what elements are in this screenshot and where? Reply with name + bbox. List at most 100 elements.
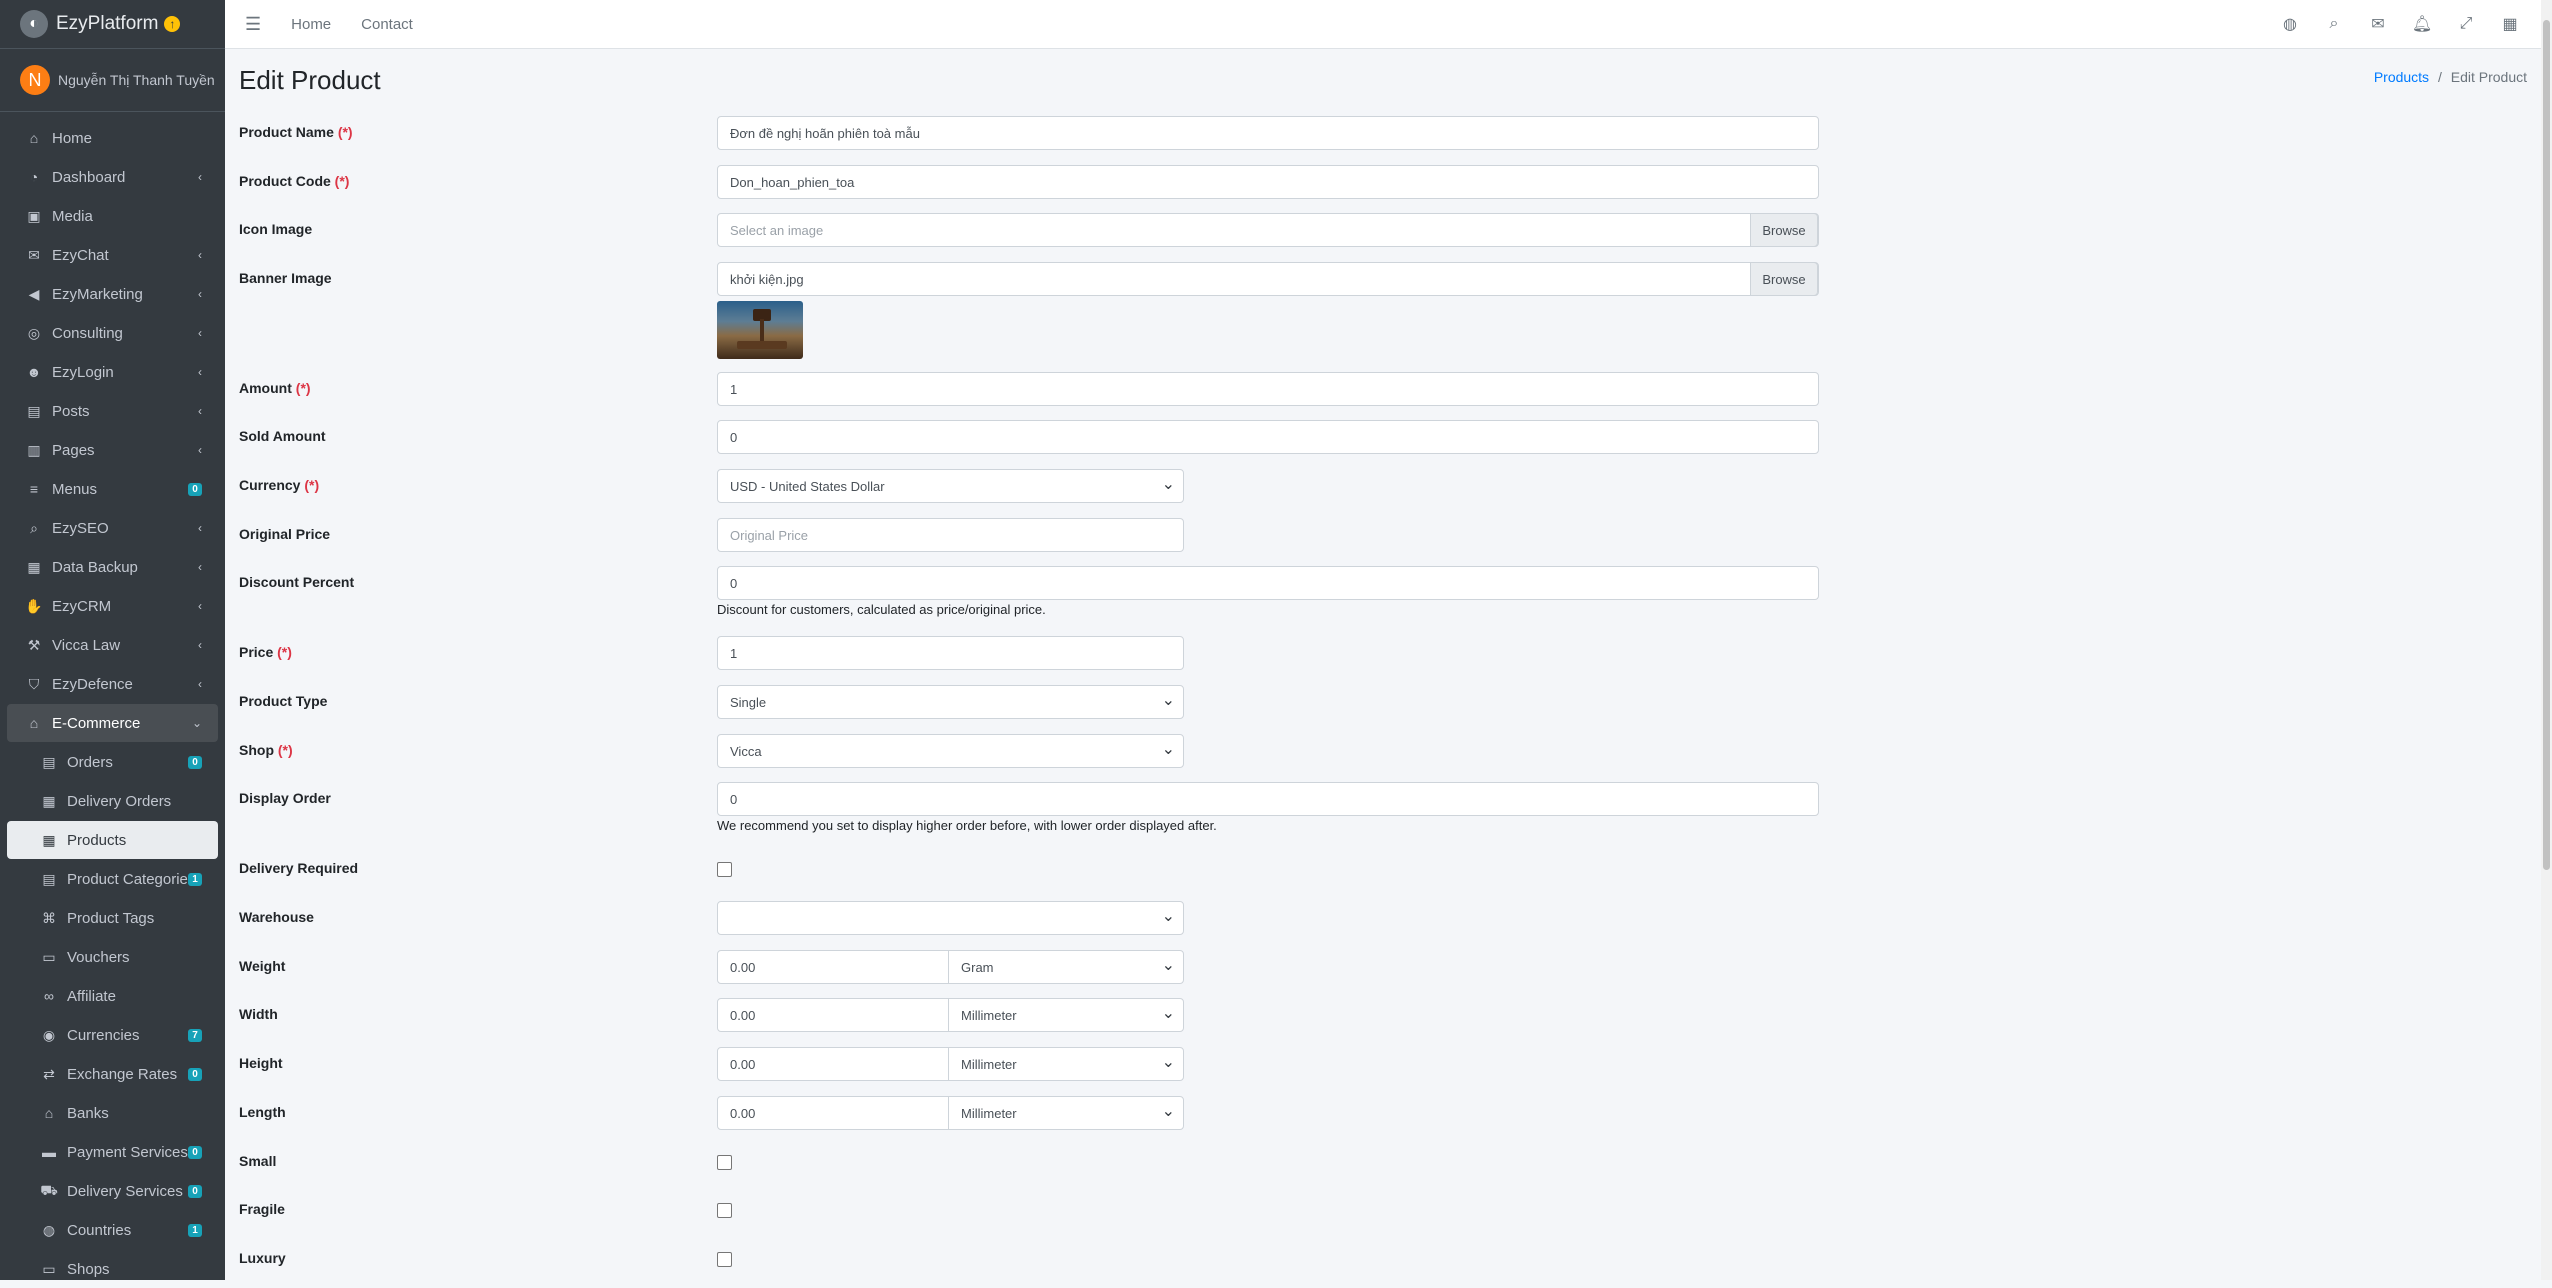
globe-icon: ◍ <box>42 1221 56 1238</box>
product-code-input[interactable]: Don_hoan_phien_toa <box>717 165 1819 199</box>
sidebar-item-ezymarketing[interactable]: ◀ EzyMarketing ‹ <box>7 275 218 313</box>
sidebar-item-product-categories[interactable]: ▤ Product Categories 1 <box>7 860 218 898</box>
length-label: Length <box>239 1104 286 1120</box>
weight-input[interactable]: 0.00 <box>717 950 949 984</box>
delivery-required-checkbox[interactable] <box>717 862 732 877</box>
sidebar-item-ezycrm[interactable]: ✋ EzyCRM ‹ <box>7 587 218 625</box>
user-lock-icon: ☻ <box>26 364 42 380</box>
sidebar-item-consulting[interactable]: ◎ Consulting ‹ <box>7 314 218 352</box>
product-type-select[interactable]: Single <box>717 685 1184 719</box>
upgrade-icon[interactable]: ↑ <box>164 16 181 32</box>
chevron-left-icon: ‹ <box>198 560 202 574</box>
sidebar-item-label: Banks <box>67 1104 109 1122</box>
sidebar-item-banks[interactable]: ⌂ Banks <box>7 1094 218 1132</box>
sidebar-item-data-backup[interactable]: ▦ Data Backup ‹ <box>7 548 218 586</box>
length-unit-select[interactable]: Millimeter <box>948 1096 1184 1130</box>
sidebar-item-pages[interactable]: ▥ Pages ‹ <box>7 431 218 469</box>
count-badge: 0 <box>188 1145 202 1159</box>
sidebar-item-product-tags[interactable]: ⌘ Product Tags <box>7 899 218 937</box>
apps-grid-icon[interactable]: ▦ <box>2488 14 2532 34</box>
search-icon[interactable]: ⌕ <box>2312 15 2356 33</box>
sidebar-item-affiliate[interactable]: ∞ Affiliate <box>7 977 218 1015</box>
bullhorn-icon: ◀ <box>28 285 40 302</box>
hamburger-menu-icon[interactable]: ☰ <box>245 14 261 35</box>
sidebar-item-vouchers[interactable]: ▭ Vouchers <box>7 938 218 976</box>
sidebar-item-label: Orders <box>67 753 113 771</box>
length-input[interactable]: 0.00 <box>717 1096 949 1130</box>
chevron-left-icon: ‹ <box>198 326 202 340</box>
height-input[interactable]: 0.00 <box>717 1047 949 1081</box>
sidebar-item-home[interactable]: ⌂ Home <box>7 119 218 157</box>
sidebar-item-label: Vicca Law <box>52 636 121 654</box>
sidebar-item-e-commerce[interactable]: ⌂ E-Commerce ⌄ <box>7 704 218 742</box>
sidebar-item-posts[interactable]: ▤ Posts ‹ <box>7 392 218 430</box>
fullscreen-icon[interactable]: ⤢ <box>2444 15 2488 33</box>
sidebar-item-ezychat[interactable]: ✉ EzyChat ‹ <box>7 236 218 274</box>
sidebar-item-vicca-law[interactable]: ⚒ Vicca Law ‹ <box>7 626 218 664</box>
sidebar-item-ezydefence[interactable]: ⛉ EzyDefence ‹ <box>7 665 218 703</box>
sidebar-item-media[interactable]: ▣ Media <box>7 197 218 235</box>
height-unit-select[interactable]: Millimeter <box>948 1047 1184 1081</box>
small-checkbox[interactable] <box>717 1155 732 1170</box>
amount-input[interactable]: 1 <box>717 372 1819 406</box>
sidebar-item-exchange-rates[interactable]: ⇄ Exchange Rates 0 <box>7 1055 218 1093</box>
sold-amount-input[interactable]: 0 <box>717 420 1819 454</box>
sidebar-item-label: Pages <box>52 441 95 459</box>
brand-logo-icon: ◐ <box>20 10 48 38</box>
product-name-input[interactable]: Đơn đề nghị hoãn phiên toà mẫu <box>717 116 1819 150</box>
banner-image-input[interactable]: khởi kiện.jpg Browse <box>717 262 1819 296</box>
sidebar-item-dashboard[interactable]: ◔ Dashboard ‹ <box>7 158 218 196</box>
sidebar-item-label: EzyDefence <box>52 675 133 693</box>
count-badge: 1 <box>188 1223 202 1237</box>
scrollbar-thumb[interactable] <box>2543 20 2550 870</box>
user-panel[interactable]: N Nguyễn Thị Thanh Tuyền <box>0 49 225 112</box>
sidebar-item-delivery-orders[interactable]: ▦ Delivery Orders <box>7 782 218 820</box>
icon-image-browse-button[interactable]: Browse <box>1750 213 1818 247</box>
sidebar-item-currencies[interactable]: ◉ Currencies 7 <box>7 1016 218 1054</box>
width-input[interactable]: 0.00 <box>717 998 949 1032</box>
sidebar-item-countries[interactable]: ◍ Countries 1 <box>7 1211 218 1249</box>
banner-image-browse-button[interactable]: Browse <box>1750 262 1818 296</box>
icon-image-label: Icon Image <box>239 221 313 237</box>
handshake-icon: ✋ <box>25 597 43 614</box>
sidebar-item-label: Consulting <box>52 324 123 342</box>
sidebar-item-payment-services[interactable]: ▬ Payment Services 0 <box>7 1133 218 1171</box>
warehouse-label: Warehouse <box>239 909 314 925</box>
luxury-checkbox[interactable] <box>717 1252 732 1267</box>
sold-amount-label: Sold Amount <box>239 428 326 444</box>
top-link-contact[interactable]: Contact <box>361 16 413 33</box>
sidebar-item-label: Vouchers <box>67 948 130 966</box>
icon-image-input[interactable]: Select an image Browse <box>717 213 1819 247</box>
page-scrollbar[interactable] <box>2541 0 2552 1280</box>
top-link-home[interactable]: Home <box>291 16 331 33</box>
original-price-input[interactable]: Original Price <box>717 518 1184 552</box>
sidebar-item-shops[interactable]: ▭ Shops <box>7 1250 218 1288</box>
sidebar-item-orders[interactable]: ▤ Orders 0 <box>7 743 218 781</box>
top-navbar: ☰ Home Contact ◍ ⌕ ✉ 🔔︎ ⤢ ▦ <box>225 0 2552 49</box>
count-badge: 7 <box>188 1028 202 1042</box>
sidebar-item-products[interactable]: ▦ Products <box>7 821 218 859</box>
bell-icon[interactable]: 🔔︎ <box>2400 14 2444 34</box>
warehouse-select[interactable] <box>717 901 1184 935</box>
sidebar-item-ezylogin[interactable]: ☻ EzyLogin ‹ <box>7 353 218 391</box>
shop-select[interactable]: Vicca <box>717 734 1184 768</box>
fragile-checkbox[interactable] <box>717 1203 732 1218</box>
weight-unit-select[interactable]: Gram <box>948 950 1184 984</box>
price-input[interactable]: 1 <box>717 636 1184 670</box>
sidebar-item-menus[interactable]: ≡ Menus 0 <box>7 470 218 508</box>
currency-select[interactable]: USD - United States Dollar <box>717 469 1184 503</box>
breadcrumb-products-link[interactable]: Products <box>2374 69 2429 85</box>
discount-percent-input[interactable]: 0 <box>717 566 1819 600</box>
product-code-label: Product Code (*) <box>239 173 350 189</box>
discount-percent-help: Discount for customers, calculated as pr… <box>717 602 1046 617</box>
display-order-input[interactable]: 0 <box>717 782 1819 816</box>
language-globe-icon[interactable]: ◍ <box>2268 14 2312 34</box>
messages-icon[interactable]: ✉ <box>2356 14 2400 34</box>
brand[interactable]: ◐ EzyPlatform ↑ <box>0 0 225 49</box>
sidebar-item-delivery-services[interactable]: ⛟ Delivery Services 0 <box>7 1172 218 1210</box>
width-unit-select[interactable]: Millimeter <box>948 998 1184 1032</box>
orders-icon: ▤ <box>42 753 56 770</box>
sidebar-item-ezyseo[interactable]: ⌕ EzySEO ‹ <box>7 509 218 547</box>
user-name[interactable]: Nguyễn Thị Thanh Tuyền <box>58 72 215 88</box>
banner-image-preview[interactable] <box>717 301 803 359</box>
